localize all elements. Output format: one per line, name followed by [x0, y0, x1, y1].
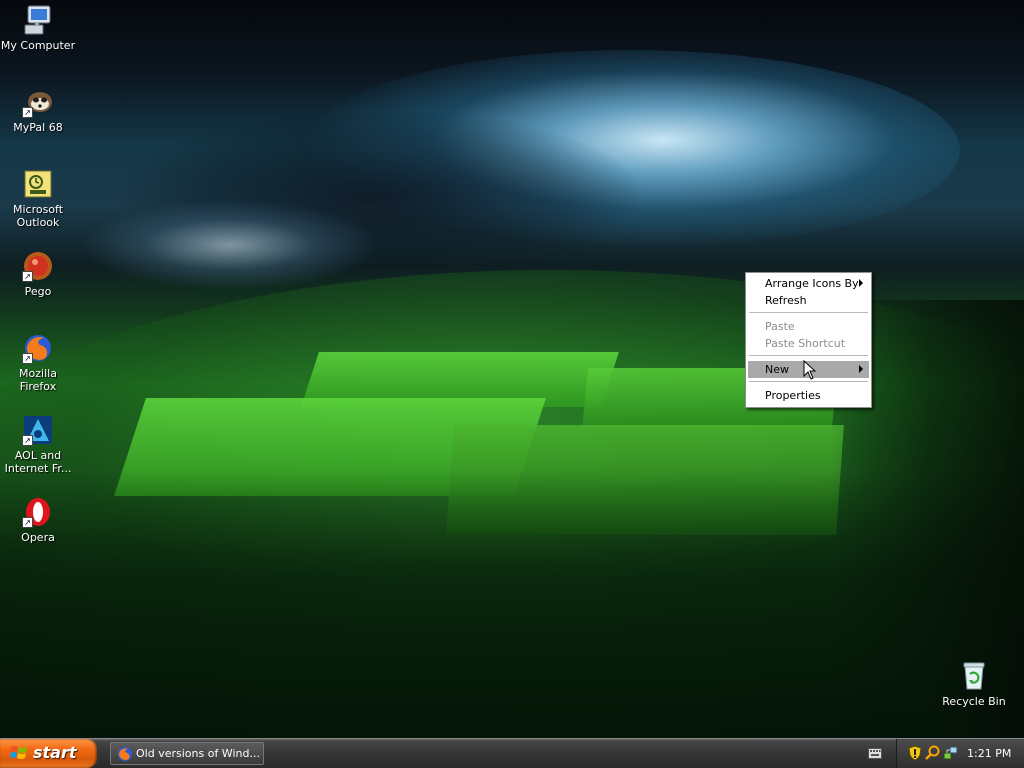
desktop-icon-firefox[interactable]: ↗ Mozilla Firefox [0, 332, 76, 393]
taskbar-button-label: Old versions of Wind... [136, 747, 260, 760]
taskbar: start Old versions of Wind... 1:21 PM [0, 738, 1024, 768]
desktop-icon-label: MyPal 68 [13, 121, 63, 134]
menu-item-label: Refresh [765, 294, 807, 307]
desktop-icon-pego[interactable]: ↗ Pego [0, 250, 76, 298]
desktop-icon-label: Opera [21, 531, 55, 544]
my-computer-icon [22, 4, 54, 36]
desktop-icon-recycle-bin[interactable]: Recycle Bin [936, 660, 1012, 708]
shortcut-arrow-icon: ↗ [22, 353, 33, 364]
menu-item-paste-shortcut[interactable]: Paste Shortcut [748, 335, 869, 352]
menu-separator [749, 312, 868, 313]
menu-item-label: Paste Shortcut [765, 337, 846, 350]
menu-separator [749, 355, 868, 356]
mouse-pointer-icon [803, 360, 817, 380]
shortcut-arrow-icon: ↗ [22, 435, 33, 446]
start-button[interactable]: start [0, 739, 97, 768]
wallpaper-cloud [80, 200, 380, 290]
menu-item-label: New [765, 363, 789, 376]
mypal-icon: ↗ [22, 86, 54, 118]
submenu-arrow-icon [859, 279, 863, 287]
taskbar-button-browser[interactable]: Old versions of Wind... [110, 742, 264, 765]
keyboard-icon[interactable] [868, 748, 882, 759]
opera-icon: ↗ [22, 496, 54, 528]
desktop-icon-label: Recycle Bin [942, 695, 1006, 708]
submenu-arrow-icon [859, 365, 863, 373]
network-connection-icon[interactable] [943, 745, 959, 761]
shortcut-arrow-icon: ↗ [22, 517, 33, 528]
desktop-icon-label: My Computer [0, 39, 76, 52]
pego-icon: ↗ [22, 250, 54, 282]
desktop-icon-aol[interactable]: ↗ AOL and Internet Fr... [0, 414, 76, 475]
menu-item-label: Paste [765, 320, 795, 333]
shortcut-arrow-icon: ↗ [22, 271, 33, 282]
search-magnifier-icon[interactable] [925, 745, 941, 761]
menu-item-paste[interactable]: Paste [748, 318, 869, 335]
outlook-icon [22, 168, 54, 200]
start-label: start [33, 743, 77, 762]
menu-item-arrange-icons-by[interactable]: Arrange Icons By [748, 275, 869, 292]
recycle-bin-icon [958, 660, 990, 692]
menu-item-refresh[interactable]: Refresh [748, 292, 869, 309]
firefox-icon [118, 747, 132, 761]
desktop-icon-label: Mozilla Firefox [19, 367, 57, 393]
menu-item-label: Properties [765, 389, 821, 402]
security-shield-icon[interactable] [907, 745, 923, 761]
desktop-icon-mypal[interactable]: ↗ MyPal 68 [0, 86, 76, 134]
desktop-icon-label: AOL and Internet Fr... [4, 449, 72, 475]
desktop-icon-outlook[interactable]: Microsoft Outlook [0, 168, 76, 229]
windows-logo-icon [10, 746, 27, 759]
menu-separator [749, 381, 868, 382]
desktop-icon-my-computer[interactable]: My Computer [0, 4, 76, 52]
menu-item-properties[interactable]: Properties [748, 387, 869, 404]
firefox-icon: ↗ [22, 332, 54, 364]
shortcut-arrow-icon: ↗ [22, 107, 33, 118]
desktop-icon-label: Microsoft Outlook [12, 203, 64, 229]
desktop[interactable]: My Computer ↗ MyPal 68 Microsoft Outlook [0, 0, 1024, 738]
aol-icon: ↗ [22, 414, 54, 446]
menu-item-label: Arrange Icons By [765, 277, 859, 290]
desktop-icon-opera[interactable]: ↗ Opera [0, 496, 76, 544]
desktop-icon-label: Pego [24, 285, 52, 298]
desktop-context-menu: Arrange Icons By Refresh Paste Paste Sho… [745, 272, 872, 408]
clock: 1:21 PM [967, 747, 1012, 760]
